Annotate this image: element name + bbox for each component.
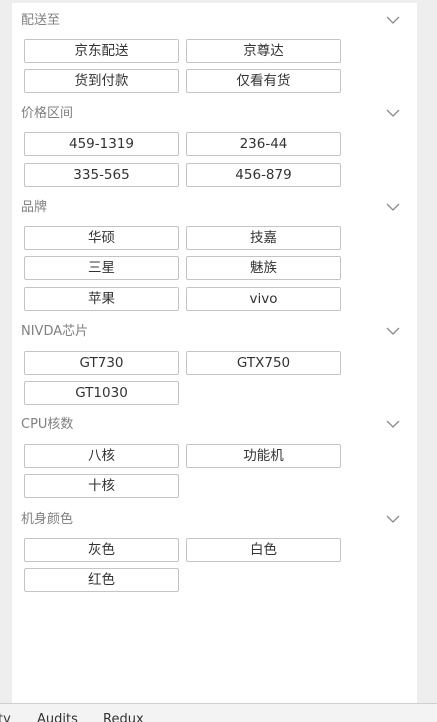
option-brand-gigabyte[interactable]: 技嘉 [186, 226, 341, 250]
section-header-brand[interactable]: 品牌 [12, 198, 417, 218]
option-chip-gt1030[interactable]: GT1030 [24, 381, 179, 405]
chevron-down-icon[interactable] [385, 107, 401, 119]
section-title: NIVDA芯片 [21, 324, 89, 339]
option-brand-samsung[interactable]: 三星 [24, 256, 179, 280]
option-price-2[interactable]: 236-44 [186, 132, 341, 156]
option-cpu-feature-phone[interactable]: 功能机 [186, 444, 341, 468]
section-header-shipping[interactable]: 配送至 [12, 11, 417, 31]
section-title: 配送至 [21, 13, 61, 28]
option-jd-delivery[interactable]: 京东配送 [24, 39, 179, 63]
option-jd-premium[interactable]: 京尊达 [186, 39, 341, 63]
section-header-cpu-cores[interactable]: CPU核数 [12, 415, 417, 435]
option-brand-vivo[interactable]: vivo [186, 287, 341, 311]
devtools-tab-redux[interactable]: Redux [103, 712, 144, 722]
option-color-red[interactable]: 红色 [24, 568, 179, 592]
section-title: 价格区间 [21, 106, 74, 121]
section-header-body-color[interactable]: 机身颜色 [12, 510, 417, 530]
option-chip-gt730[interactable]: GT730 [24, 351, 179, 375]
option-price-1[interactable]: 459-1319 [24, 132, 179, 156]
chevron-down-icon[interactable] [385, 418, 401, 430]
chevron-down-icon[interactable] [385, 14, 401, 26]
option-cpu-octa-core[interactable]: 八核 [24, 444, 179, 468]
option-price-3[interactable]: 335-565 [24, 163, 179, 187]
filter-panel: 配送至 京东配送 京尊达 货到付款 仅看有货 价格区间 459-1319 236… [12, 3, 417, 703]
devtools-tab-bar: ty Audits Redux [0, 703, 437, 722]
option-price-4[interactable]: 456-879 [186, 163, 341, 187]
option-in-stock-only[interactable]: 仅看有货 [186, 69, 341, 93]
chevron-down-icon[interactable] [385, 201, 401, 213]
devtools-tab-audits[interactable]: Audits [37, 712, 78, 722]
option-cash-on-delivery[interactable]: 货到付款 [24, 69, 179, 93]
section-header-nvidia-chip[interactable]: NIVDA芯片 [12, 322, 417, 342]
option-color-gray[interactable]: 灰色 [24, 538, 179, 562]
option-chip-gtx750[interactable]: GTX750 [186, 351, 341, 375]
option-brand-apple[interactable]: 苹果 [24, 287, 179, 311]
devtools-tab-partial[interactable]: ty [0, 712, 11, 722]
section-title: 机身颜色 [21, 512, 74, 527]
section-title: 品牌 [21, 200, 48, 215]
section-title: CPU核数 [21, 417, 74, 432]
chevron-down-icon[interactable] [385, 513, 401, 525]
chevron-down-icon[interactable] [385, 325, 401, 337]
option-brand-asus[interactable]: 华硕 [24, 226, 179, 250]
option-color-white[interactable]: 白色 [186, 538, 341, 562]
option-cpu-deca-core[interactable]: 十核 [24, 474, 179, 498]
section-header-price-range[interactable]: 价格区间 [12, 104, 417, 124]
option-brand-meizu[interactable]: 魅族 [186, 256, 341, 280]
